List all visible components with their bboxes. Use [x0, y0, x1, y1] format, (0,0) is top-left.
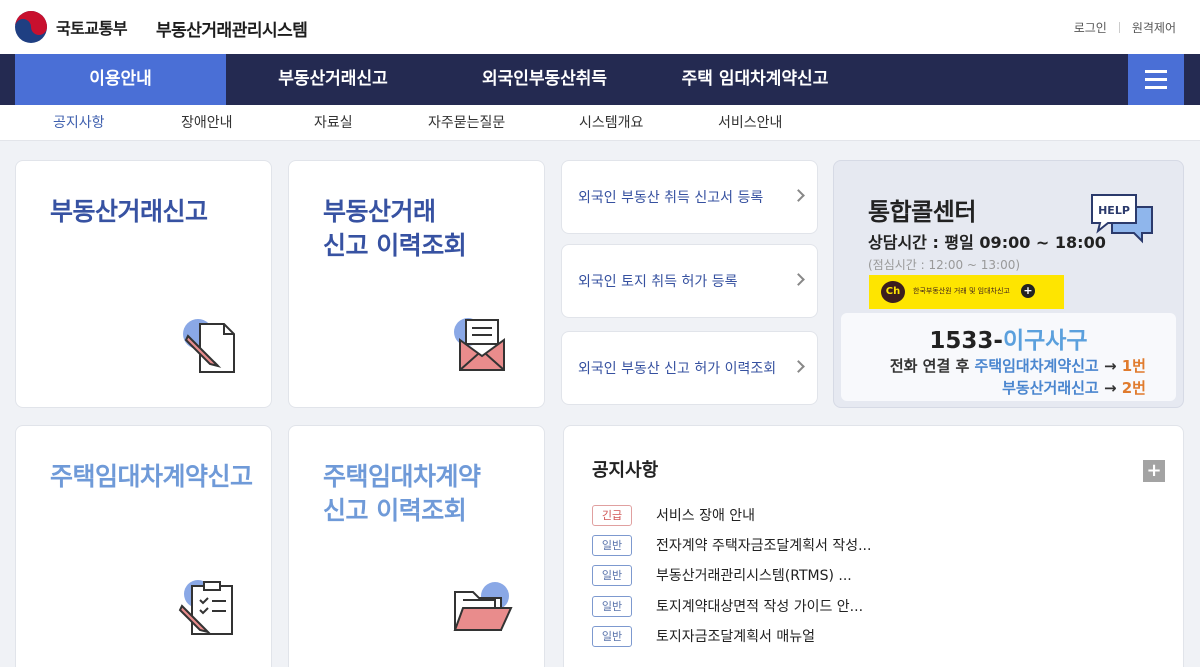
- link-foreigner-history[interactable]: 외국인 부동산 신고 허가 이력조회: [561, 331, 818, 405]
- gnb-item-housing-lease[interactable]: 주택 임대차계약신고: [660, 54, 850, 105]
- notice-row[interactable]: 긴급 서비스 장애 안내: [592, 504, 1152, 528]
- route-prefix: 전화 연결 후: [889, 357, 975, 375]
- clipboard-checklist-icon: [178, 580, 233, 635]
- plus-icon: +: [1021, 284, 1035, 298]
- card-title-line1: 주택임대차계약신고: [50, 462, 253, 491]
- pencil-document-icon: [183, 319, 235, 373]
- notice-row[interactable]: 일반 토지계약대상면적 작성 가이드 안...: [592, 595, 1152, 619]
- envelope-icon: [454, 318, 505, 371]
- kakao-channel-icon: Ch: [881, 281, 905, 303]
- phone-number: 1533-이구사구: [841, 321, 1176, 355]
- gnb-item-real-estate-report[interactable]: 부동산거래신고: [240, 54, 426, 105]
- kakao-channel-label: 한국부동산원 거래 및 임대차신고: [913, 287, 1010, 295]
- route-service: 주택임대차계약신고: [974, 357, 1099, 375]
- link-label: 외국인 토지 취득 허가 등록: [578, 274, 738, 290]
- main-nav: 이용안내 부동산거래신고 외국인부동산취득 주택 임대차계약신고: [0, 54, 1200, 105]
- link-label: 외국인 부동산 취득 신고서 등록: [578, 190, 764, 206]
- card-title-line2: 신고 이력조회: [323, 231, 467, 260]
- link-foreigner-land-permit[interactable]: 외국인 토지 취득 허가 등록: [561, 244, 818, 318]
- normal-badge: 일반: [592, 596, 632, 617]
- hamburger-icon-bar: [1145, 86, 1167, 89]
- notice-title: 공지사항: [592, 460, 659, 481]
- phone-prefix: 1533-: [929, 328, 1003, 354]
- notice-row[interactable]: 일반 토지자금조달계획서 매뉴얼: [592, 625, 1152, 649]
- gnb-item-guide[interactable]: 이용안내: [15, 54, 226, 105]
- route-arrow: →: [1098, 357, 1122, 375]
- notice-text: 전자계약 주택자금조달계획서 작성...: [656, 538, 872, 554]
- ministry-logo[interactable]: 국토교통부: [14, 10, 128, 44]
- normal-badge: 일반: [592, 535, 632, 556]
- call-center-hours: 상담시간 : 평일 09:00 ~ 18:00: [868, 233, 1106, 252]
- system-title[interactable]: 부동산거래관리시스템: [156, 16, 308, 41]
- urgent-badge: 긴급: [592, 505, 632, 526]
- card-title: 부동산거래 신고 이력조회: [323, 195, 467, 263]
- chevron-right-icon: [792, 360, 805, 373]
- taegeuk-icon: [15, 11, 47, 43]
- route-number: 1번: [1121, 357, 1146, 375]
- card-housing-lease-report[interactable]: 주택임대차계약신고: [15, 425, 272, 667]
- route-line-2: 부동산거래신고 → 2번: [1002, 377, 1146, 398]
- folder-icon: [453, 582, 513, 631]
- notice-text: 토지자금조달계획서 매뉴얼: [656, 629, 816, 645]
- notice-row[interactable]: 일반 전자계약 주택자금조달계획서 작성...: [592, 534, 1152, 558]
- card-title-line1: 부동산거래신고: [50, 197, 208, 226]
- ministry-name: 국토교통부: [56, 19, 128, 38]
- normal-badge: 일반: [592, 565, 632, 586]
- chevron-right-icon: [792, 273, 805, 286]
- card-title-line2: 신고 이력조회: [323, 496, 467, 525]
- route-line-1: 전화 연결 후 주택임대차계약신고 → 1번: [890, 355, 1146, 376]
- card-title: 주택임대차계약 신고 이력조회: [323, 460, 481, 528]
- site-header: 국토교통부 부동산거래관리시스템 로그인 원격제어: [0, 0, 1200, 54]
- subnav-system-overview[interactable]: 시스템개요: [579, 105, 643, 141]
- menu-button[interactable]: [1128, 54, 1184, 105]
- help-bubble-icon: HELP: [1091, 194, 1153, 244]
- route-number: 2번: [1121, 379, 1146, 397]
- link-label: 외국인 부동산 신고 허가 이력조회: [578, 361, 777, 377]
- chevron-right-icon: [792, 189, 805, 202]
- divider: [1118, 22, 1120, 33]
- notice-row[interactable]: 일반 부동산거래관리시스템(RTMS) ...: [592, 564, 1152, 588]
- link-foreigner-acquisition-register[interactable]: 외국인 부동산 취득 신고서 등록: [561, 160, 818, 234]
- subnav-faq[interactable]: 자주묻는질문: [428, 105, 505, 141]
- card-title-line1: 주택임대차계약: [323, 462, 481, 491]
- card-title: 주택임대차계약신고: [50, 460, 253, 494]
- subnav-library[interactable]: 자료실: [314, 105, 353, 141]
- call-center-panel: 통합콜센터 상담시간 : 평일 09:00 ~ 18:00 (점심시간 : 12…: [833, 160, 1184, 408]
- normal-badge: 일반: [592, 626, 632, 647]
- kakao-channel-button[interactable]: Ch 한국부동산원 거래 및 임대차신고 +: [869, 275, 1064, 309]
- card-real-estate-report[interactable]: 부동산거래신고: [15, 160, 272, 408]
- notice-panel: 공지사항 + 긴급 서비스 장애 안내 일반 전자계약 주택자금조달계획서 작성…: [563, 425, 1184, 667]
- subnav-outage[interactable]: 장애안내: [181, 105, 233, 141]
- route-arrow: →: [1098, 379, 1122, 397]
- login-link[interactable]: 로그인: [1074, 19, 1107, 36]
- hamburger-icon: [1145, 70, 1167, 73]
- remote-control-link[interactable]: 원격제어: [1132, 19, 1176, 36]
- call-center-title: 통합콜센터: [868, 198, 976, 226]
- subnav-service-guide[interactable]: 서비스안내: [718, 105, 782, 141]
- phone-highlight: 이구사구: [1002, 328, 1088, 354]
- more-plus-button[interactable]: +: [1143, 460, 1165, 482]
- notice-text: 토지계약대상면적 작성 가이드 안...: [656, 599, 864, 615]
- card-housing-lease-history[interactable]: 주택임대차계약 신고 이력조회: [288, 425, 545, 667]
- notice-text: 부동산거래관리시스템(RTMS) ...: [656, 568, 852, 584]
- card-title-line1: 부동산거래: [323, 197, 436, 226]
- utility-links: 로그인 원격제어: [1074, 19, 1176, 36]
- card-real-estate-history[interactable]: 부동산거래 신고 이력조회: [288, 160, 545, 408]
- sub-nav: 공지사항 장애안내 자료실 자주묻는질문 시스템개요 서비스안내: [0, 105, 1200, 141]
- route-service: 부동산거래신고: [1002, 379, 1099, 397]
- phone-info-box: 1533-이구사구 전화 연결 후 주택임대차계약신고 → 1번 부동산거래신고…: [841, 313, 1176, 401]
- hamburger-icon-bar: [1145, 78, 1167, 81]
- card-title: 부동산거래신고: [50, 195, 208, 229]
- help-text: HELP: [1098, 204, 1130, 217]
- subnav-notice[interactable]: 공지사항: [53, 105, 105, 141]
- gnb-item-foreigner-acquisition[interactable]: 외국인부동산취득: [447, 54, 642, 105]
- notice-text: 서비스 장애 안내: [656, 508, 756, 524]
- call-center-lunch: (점심시간 : 12:00 ~ 13:00): [868, 258, 1021, 272]
